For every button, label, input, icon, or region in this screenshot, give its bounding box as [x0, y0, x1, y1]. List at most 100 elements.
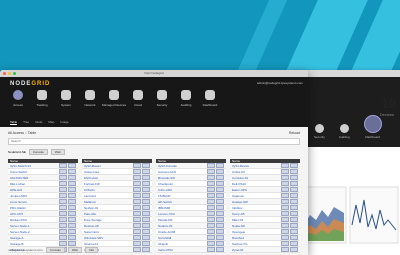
- web-button[interactable]: [68, 193, 76, 198]
- device-name-link[interactable]: Lenovo-XCC: [158, 212, 175, 216]
- console-button[interactable]: [281, 163, 289, 168]
- console-button[interactable]: [281, 235, 289, 240]
- device-name-link[interactable]: Avocent-ACS: [158, 170, 176, 174]
- web-button[interactable]: [216, 205, 224, 210]
- device-name-link[interactable]: Server-Node-2: [10, 230, 30, 234]
- web-button[interactable]: [290, 169, 298, 174]
- web-button[interactable]: [68, 235, 76, 240]
- web-button[interactable]: [142, 163, 150, 168]
- device-name-link[interactable]: Mellanox: [84, 200, 96, 204]
- console-button[interactable]: [59, 199, 67, 204]
- console-button[interactable]: [59, 181, 67, 186]
- nav-tracking[interactable]: Tracking: [30, 90, 54, 107]
- device-name-link[interactable]: Linux-Server: [10, 200, 27, 204]
- device-name-link[interactable]: Nutanix-01: [158, 224, 173, 228]
- device-name-link[interactable]: Palo-Alto: [84, 212, 96, 216]
- web-button[interactable]: [68, 241, 76, 246]
- device-name-link[interactable]: Ruckus-AP: [84, 224, 99, 228]
- device-name-link[interactable]: Dell-OS10: [232, 182, 246, 186]
- device-name-link[interactable]: ESXi-Host: [84, 176, 98, 180]
- web-button[interactable]: [142, 235, 150, 240]
- console-button[interactable]: [207, 229, 215, 234]
- web-button[interactable]: [68, 175, 76, 180]
- device-name-link[interactable]: Opengear: [232, 230, 245, 234]
- device-name-link[interactable]: Cumulus-01: [232, 176, 248, 180]
- console-button[interactable]: [281, 223, 289, 228]
- web-button[interactable]: [68, 169, 76, 174]
- console-button[interactable]: [59, 223, 67, 228]
- web-button[interactable]: [68, 163, 76, 168]
- device-name-link[interactable]: NetApp-01: [84, 206, 98, 210]
- web-button[interactable]: [216, 187, 224, 192]
- web-button[interactable]: [216, 229, 224, 234]
- device-name-link[interactable]: Storage-B: [10, 242, 24, 246]
- maximize-icon[interactable]: [13, 72, 16, 75]
- search-input[interactable]: Search: [8, 138, 300, 145]
- console-button[interactable]: [207, 223, 215, 228]
- web-button[interactable]: [68, 223, 76, 228]
- device-name-link[interactable]: Sophos-XG: [232, 242, 248, 246]
- device-name-link[interactable]: Lantronix: [84, 194, 96, 198]
- console-button[interactable]: [281, 211, 289, 216]
- console-button[interactable]: [133, 199, 141, 204]
- web-button[interactable]: [142, 241, 150, 246]
- window-titlebar[interactable]: http://nodegrid: [0, 70, 308, 77]
- info-button[interactable]: Info: [85, 247, 99, 253]
- web-button[interactable]: [216, 175, 224, 180]
- web-button[interactable]: [142, 193, 150, 198]
- device-name-link[interactable]: Huawei-SW: [232, 200, 248, 204]
- console-button[interactable]: [59, 211, 67, 216]
- device-name-link[interactable]: PDU-Rack1: [10, 206, 26, 210]
- web-button[interactable]: [290, 181, 298, 186]
- console-button[interactable]: [133, 229, 141, 234]
- console-button[interactable]: [133, 205, 141, 210]
- console-button[interactable]: [133, 187, 141, 192]
- tab-image[interactable]: Image: [60, 120, 68, 125]
- device-name-link[interactable]: Supermicro: [84, 230, 99, 234]
- console-button[interactable]: [281, 181, 289, 186]
- console-button[interactable]: [59, 169, 67, 174]
- console-button[interactable]: [281, 205, 289, 210]
- web-button[interactable]: [290, 235, 298, 240]
- console-button[interactable]: [207, 193, 215, 198]
- nodegrid-window[interactable]: http://nodegrid NODEGRID admin@nodegrid.…: [0, 70, 308, 255]
- device-name-link[interactable]: Nokia-SR: [232, 224, 245, 228]
- console-button[interactable]: [207, 205, 215, 210]
- device-name-link[interactable]: Arista-Core: [84, 170, 99, 174]
- device-name-link[interactable]: DELL-Idrac: [10, 182, 25, 186]
- web-button[interactable]: [290, 223, 298, 228]
- console-button[interactable]: Console: [45, 247, 65, 253]
- web-button[interactable]: [216, 193, 224, 198]
- device-name-link[interactable]: Brocade-SW: [158, 176, 175, 180]
- console-button[interactable]: [59, 229, 67, 234]
- web-button[interactable]: [142, 217, 150, 222]
- web-button[interactable]: [216, 169, 224, 174]
- tab-map[interactable]: Map: [48, 120, 54, 125]
- device-name-link[interactable]: Oracle-ILOM: [158, 230, 175, 234]
- console-button[interactable]: [207, 175, 215, 180]
- close-icon[interactable]: [3, 72, 6, 75]
- console-button[interactable]: [281, 193, 289, 198]
- console-button[interactable]: [133, 217, 141, 222]
- console-button[interactable]: [281, 241, 289, 246]
- console-button[interactable]: [59, 241, 67, 246]
- web-button[interactable]: [68, 229, 76, 234]
- web-button[interactable]: [290, 187, 298, 192]
- web-button[interactable]: [142, 169, 150, 174]
- console-button[interactable]: Console: [28, 149, 48, 155]
- device-name-link[interactable]: HPE-Ilo5: [10, 188, 22, 192]
- user-info[interactable]: admin@nodegrid.zpesystems.com: [257, 81, 303, 85]
- web-button[interactable]: [216, 223, 224, 228]
- web-button[interactable]: [142, 187, 150, 192]
- device-name-link[interactable]: ttyS1-Switch-01: [10, 164, 31, 168]
- web-button[interactable]: [290, 205, 298, 210]
- device-name-link[interactable]: F5-BIGIP: [158, 194, 171, 198]
- console-button[interactable]: [207, 169, 215, 174]
- nav-auditing[interactable]: Auditing: [174, 90, 198, 107]
- web-button[interactable]: [68, 187, 76, 192]
- nav-auditing[interactable]: Auditing: [339, 124, 350, 139]
- device-name-link[interactable]: SonicWall: [158, 236, 171, 240]
- tab-tree[interactable]: Tree: [23, 120, 29, 125]
- console-button[interactable]: [207, 199, 215, 204]
- console-button[interactable]: [281, 217, 289, 222]
